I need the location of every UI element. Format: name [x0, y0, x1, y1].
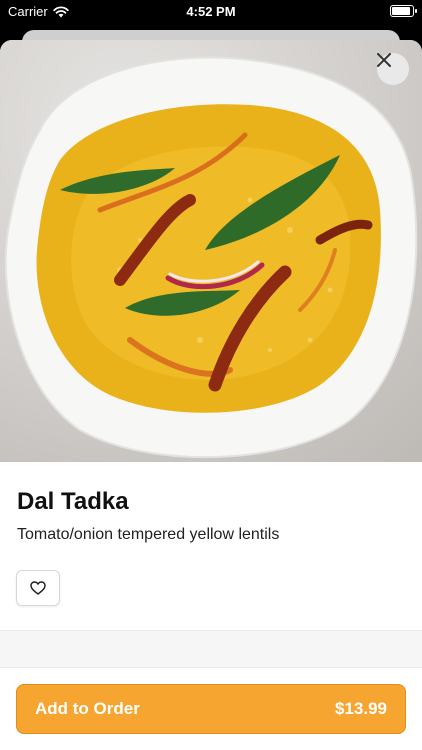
section-divider [0, 630, 422, 668]
close-icon [377, 53, 391, 67]
battery-icon [390, 5, 417, 17]
status-bar: Carrier 4:52 PM [0, 0, 422, 24]
order-price: $13.99 [335, 699, 387, 718]
favorite-button[interactable] [16, 570, 60, 606]
add-to-order-button[interactable]: Add to Order $13.99 [16, 684, 406, 734]
item-photo [0, 40, 422, 462]
add-to-order-label: Add to Order [35, 699, 140, 718]
item-title: Dal Tadka [17, 488, 129, 515]
heart-icon [30, 581, 46, 595]
dal-tadka-illustration [4, 56, 418, 459]
close-button[interactable] [377, 53, 409, 85]
item-detail-sheet: Dal Tadka Tomato/onion tempered yellow l… [0, 40, 422, 750]
item-description: Tomato/onion tempered yellow lentils [17, 526, 280, 543]
clock: 4:52 PM [186, 4, 236, 19]
